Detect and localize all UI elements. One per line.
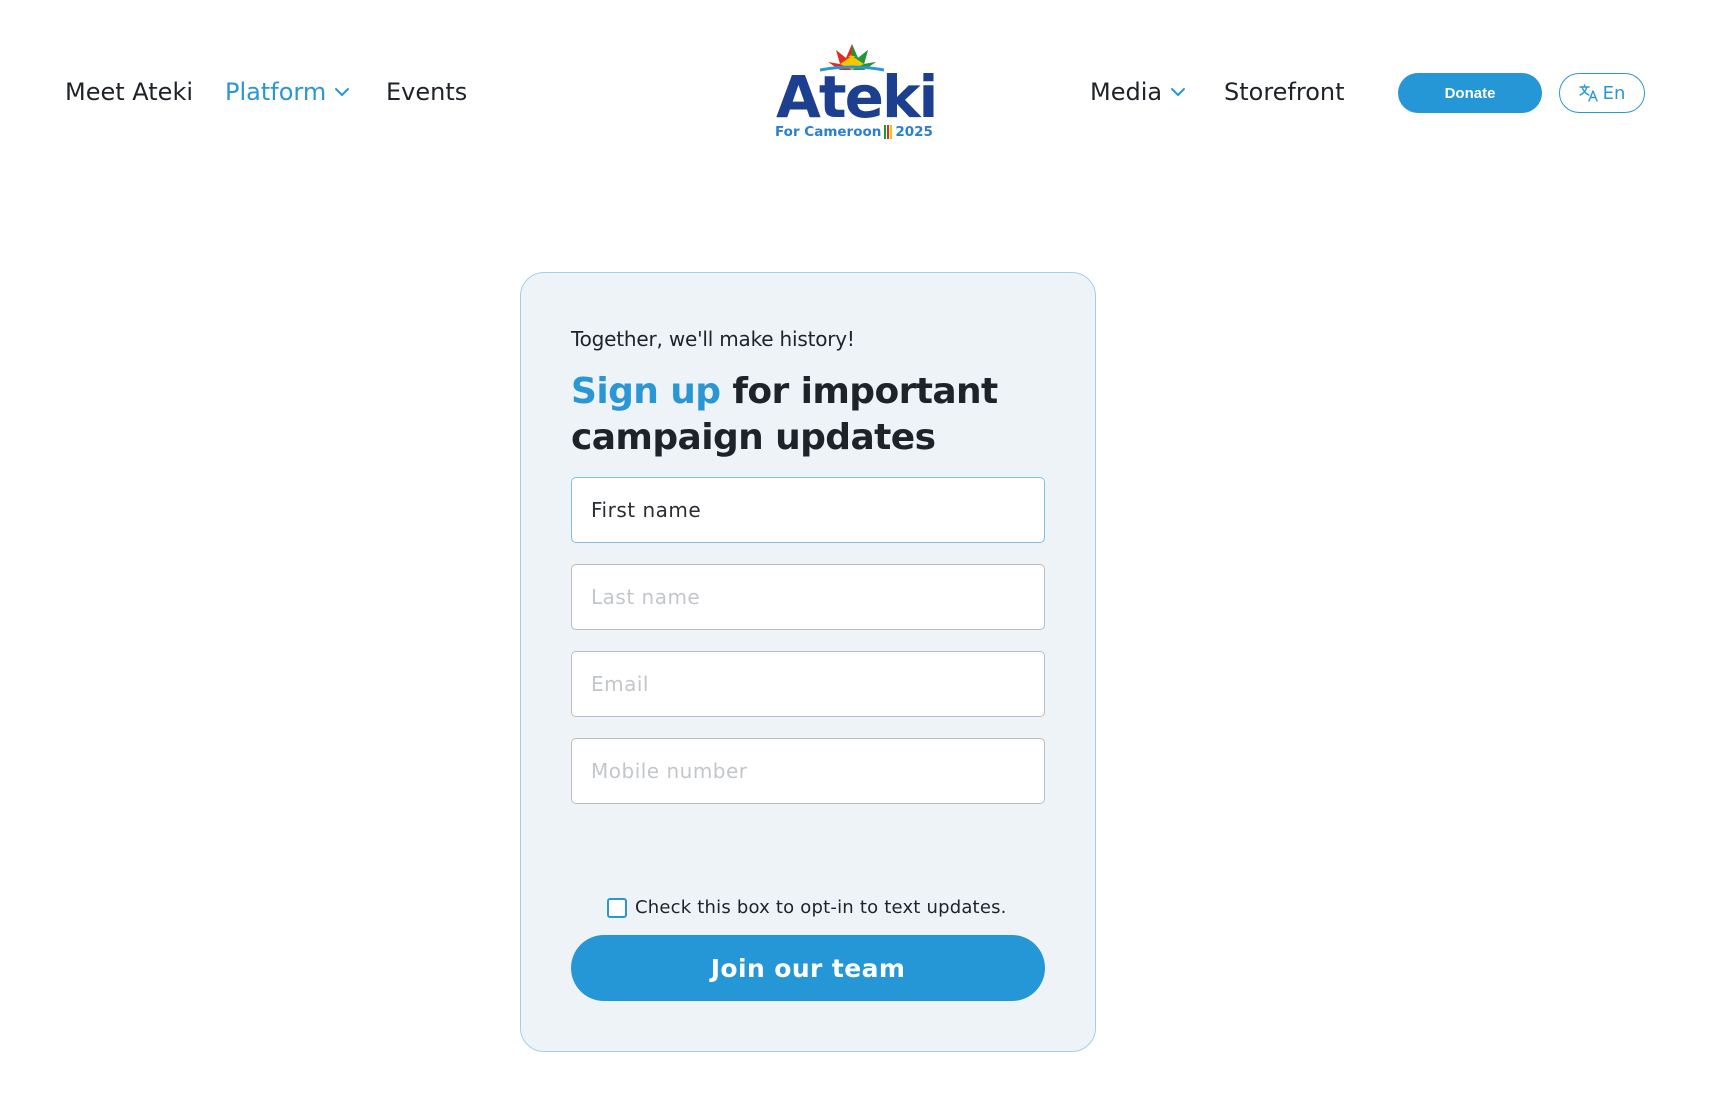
nav-events-label: Events [386, 78, 468, 106]
join-our-team-button[interactable]: Join our team [571, 935, 1045, 1001]
mobile-number-input[interactable] [571, 738, 1045, 804]
nav-storefront[interactable]: Storefront [1224, 78, 1345, 106]
signup-headline: Sign up for important campaign updates [571, 369, 1051, 461]
chevron-down-icon [335, 88, 350, 96]
ateki-logo[interactable]: Ateki For Cameroon 2025 [772, 40, 938, 145]
text-optin: Check this box to opt-in to text updates… [607, 897, 1007, 918]
nav-media-label: Media [1090, 78, 1163, 106]
chevron-down-icon [1171, 88, 1186, 96]
nav-platform[interactable]: Platform [225, 78, 350, 106]
nav-platform-label: Platform [225, 78, 327, 106]
first-name-input[interactable] [571, 477, 1045, 543]
nav-storefront-label: Storefront [1224, 78, 1345, 106]
nav-events[interactable]: Events [386, 78, 467, 106]
site-header: Meet Ateki Platform Events Ateki For Cam… [0, 0, 1728, 185]
cameroon-flag-icon [884, 125, 893, 139]
last-name-input[interactable] [571, 564, 1045, 630]
logo-wordmark: Ateki [776, 63, 938, 131]
nav-meet-ateki[interactable]: Meet Ateki [65, 78, 193, 106]
nav-meet-ateki-label: Meet Ateki [65, 78, 194, 106]
logo-subtitle: For Cameroon 2025 [775, 124, 933, 140]
optin-checkbox[interactable] [607, 897, 627, 918]
signup-kicker: Together, we'll make history! [571, 327, 855, 351]
language-label: En [1602, 82, 1626, 104]
logo-year: 2025 [895, 124, 933, 140]
headline-accent: Sign up [571, 371, 721, 412]
email-input[interactable] [571, 651, 1045, 717]
optin-label: Check this box to opt-in to text updates… [635, 897, 1007, 918]
donate-button[interactable]: Donate [1398, 73, 1542, 113]
translate-icon [1578, 84, 1598, 102]
language-button[interactable]: En [1559, 73, 1645, 113]
logo-subtitle-text: For Cameroon [775, 124, 882, 140]
nav-media[interactable]: Media [1090, 78, 1186, 106]
signup-card: Together, we'll make history! Sign up fo… [520, 272, 1096, 1052]
